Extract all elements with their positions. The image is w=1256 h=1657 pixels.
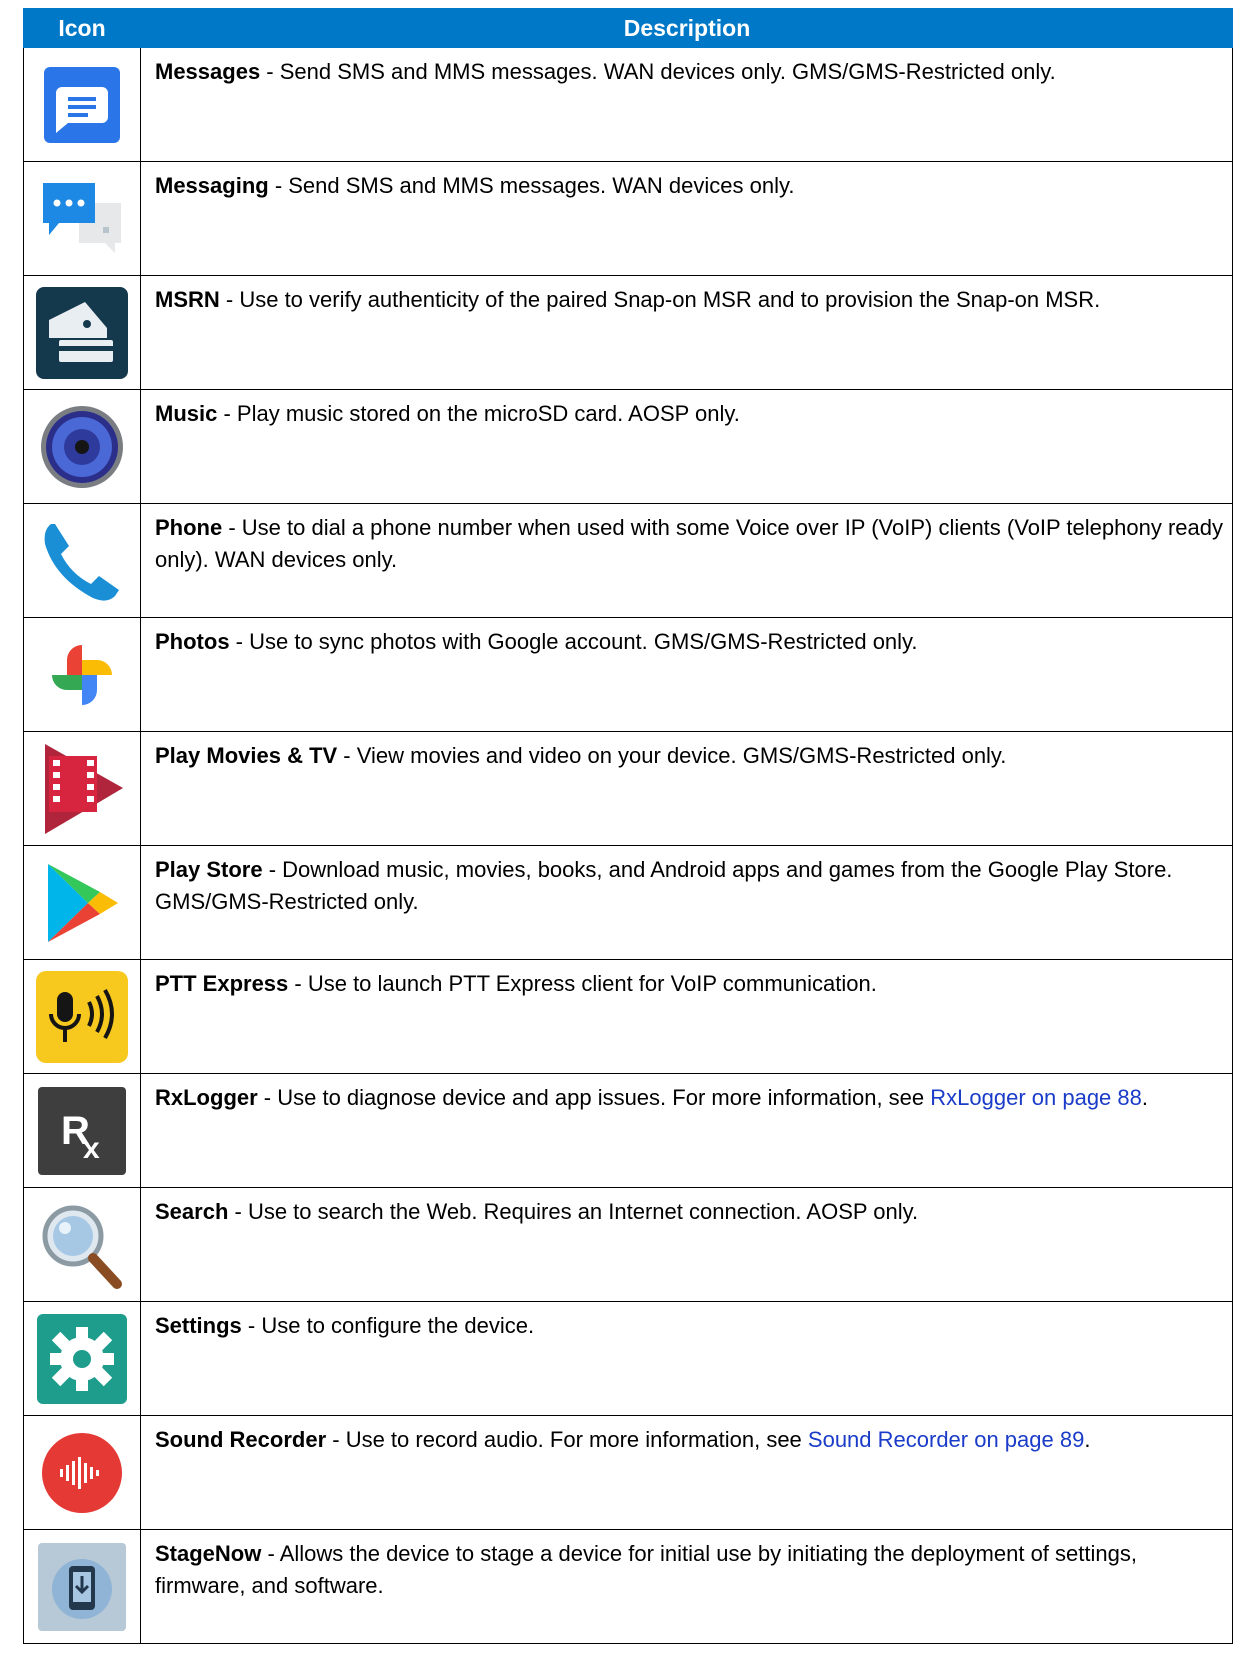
app-description: - Use to record audio. For more informat… [326, 1427, 808, 1452]
sentence-end: . [1141, 1085, 1149, 1110]
rx-logger-icon: R x [38, 1086, 126, 1175]
app-name: Search [155, 1199, 229, 1224]
app-icon-table: Icon Description Messages - Send SMS and… [23, 8, 1233, 1644]
sound-recorder-icon [42, 1432, 122, 1513]
play-store-icon [48, 863, 118, 942]
table-row: Play Store - Download music, movies, boo… [23, 846, 1233, 960]
table-row: Settings - Use to configure the device. [23, 1302, 1233, 1416]
header-description: Description [623, 15, 751, 41]
header-icon: Icon [58, 15, 106, 41]
app-name: PTT Express [155, 971, 289, 996]
app-description: - Use to launch PTT Express client for V… [288, 971, 877, 996]
sound-recorder-link[interactable]: Sound Recorder on page 89 [808, 1427, 1084, 1452]
table-row: Messages - Send SMS and MMS messages. WA… [23, 48, 1233, 162]
magnifier-icon [42, 1205, 122, 1289]
messaging-icon [43, 182, 121, 253]
app-description: - Use to configure the device. [241, 1313, 535, 1338]
app-name: Photos [155, 629, 230, 654]
msrn-icon [36, 286, 128, 379]
photos-pinwheel-icon [52, 644, 112, 705]
table-row: Music - Play music stored on the microSD… [23, 390, 1233, 504]
app-description: - Use to diagnose device and app issues.… [257, 1085, 931, 1110]
app-description: - Use to dial a phone number when used w… [155, 515, 1223, 572]
app-name: Settings [155, 1313, 242, 1338]
app-name: Messages [155, 59, 261, 84]
ptt-microphone-icon [36, 970, 128, 1063]
table-row: Photos - Use to sync photos with Google … [23, 618, 1233, 732]
app-name: Phone [155, 515, 223, 540]
app-description: - Download music, movies, books, and And… [155, 857, 1173, 914]
app-name: StageNow [155, 1541, 262, 1566]
app-name: Messaging [155, 173, 269, 198]
app-name: MSRN [155, 287, 220, 312]
app-description: - Send SMS and MMS messages. WAN devices… [268, 173, 795, 198]
table-row: R x RxLogger - Use to diagnose device an… [23, 1074, 1233, 1188]
messages-icon [44, 66, 120, 143]
app-description: - Play music stored on the microSD card.… [217, 401, 740, 426]
table-row: Messaging - Send SMS and MMS messages. W… [23, 162, 1233, 276]
app-name: Play Movies & TV [155, 743, 338, 768]
sentence-end: . [1084, 1427, 1091, 1452]
svg-text:x: x [83, 1132, 100, 1165]
app-description: - Allows the device to stage a device fo… [155, 1541, 1137, 1598]
phone-icon [44, 523, 119, 601]
app-description: - View movies and video on your device. … [337, 743, 1007, 768]
stagenow-icon [38, 1542, 126, 1631]
app-name: Music [155, 401, 218, 426]
settings-gear-icon [37, 1313, 127, 1404]
table-row: Search - Use to search the Web. Requires… [23, 1188, 1233, 1302]
table-row: StageNow - Allows the device to stage a … [23, 1530, 1233, 1644]
app-description: - Use to sync photos with Google account… [229, 629, 918, 654]
table-row: MSRN - Use to verify authenticity of the… [23, 276, 1233, 390]
rxlogger-link[interactable]: RxLogger on page 88 [930, 1085, 1142, 1110]
app-description: - Use to search the Web. Requires an Int… [228, 1199, 919, 1224]
table-row: Phone - Use to dial a phone number when … [23, 504, 1233, 618]
app-name: RxLogger [155, 1085, 258, 1110]
table-header: Icon Description [23, 8, 1233, 48]
table-row: PTT Express - Use to launch PTT Express … [23, 960, 1233, 1074]
app-description: - Send SMS and MMS messages. WAN devices… [260, 59, 1056, 84]
app-description: - Use to verify authenticity of the pair… [219, 287, 1101, 312]
music-speaker-icon [41, 405, 123, 488]
play-movies-icon [45, 743, 123, 834]
table-row: Play Movies & TV - View movies and video… [23, 732, 1233, 846]
app-name: Play Store [155, 857, 263, 882]
app-name: Sound Recorder [155, 1427, 327, 1452]
table-row: Sound Recorder - Use to record audio. Fo… [23, 1416, 1233, 1530]
